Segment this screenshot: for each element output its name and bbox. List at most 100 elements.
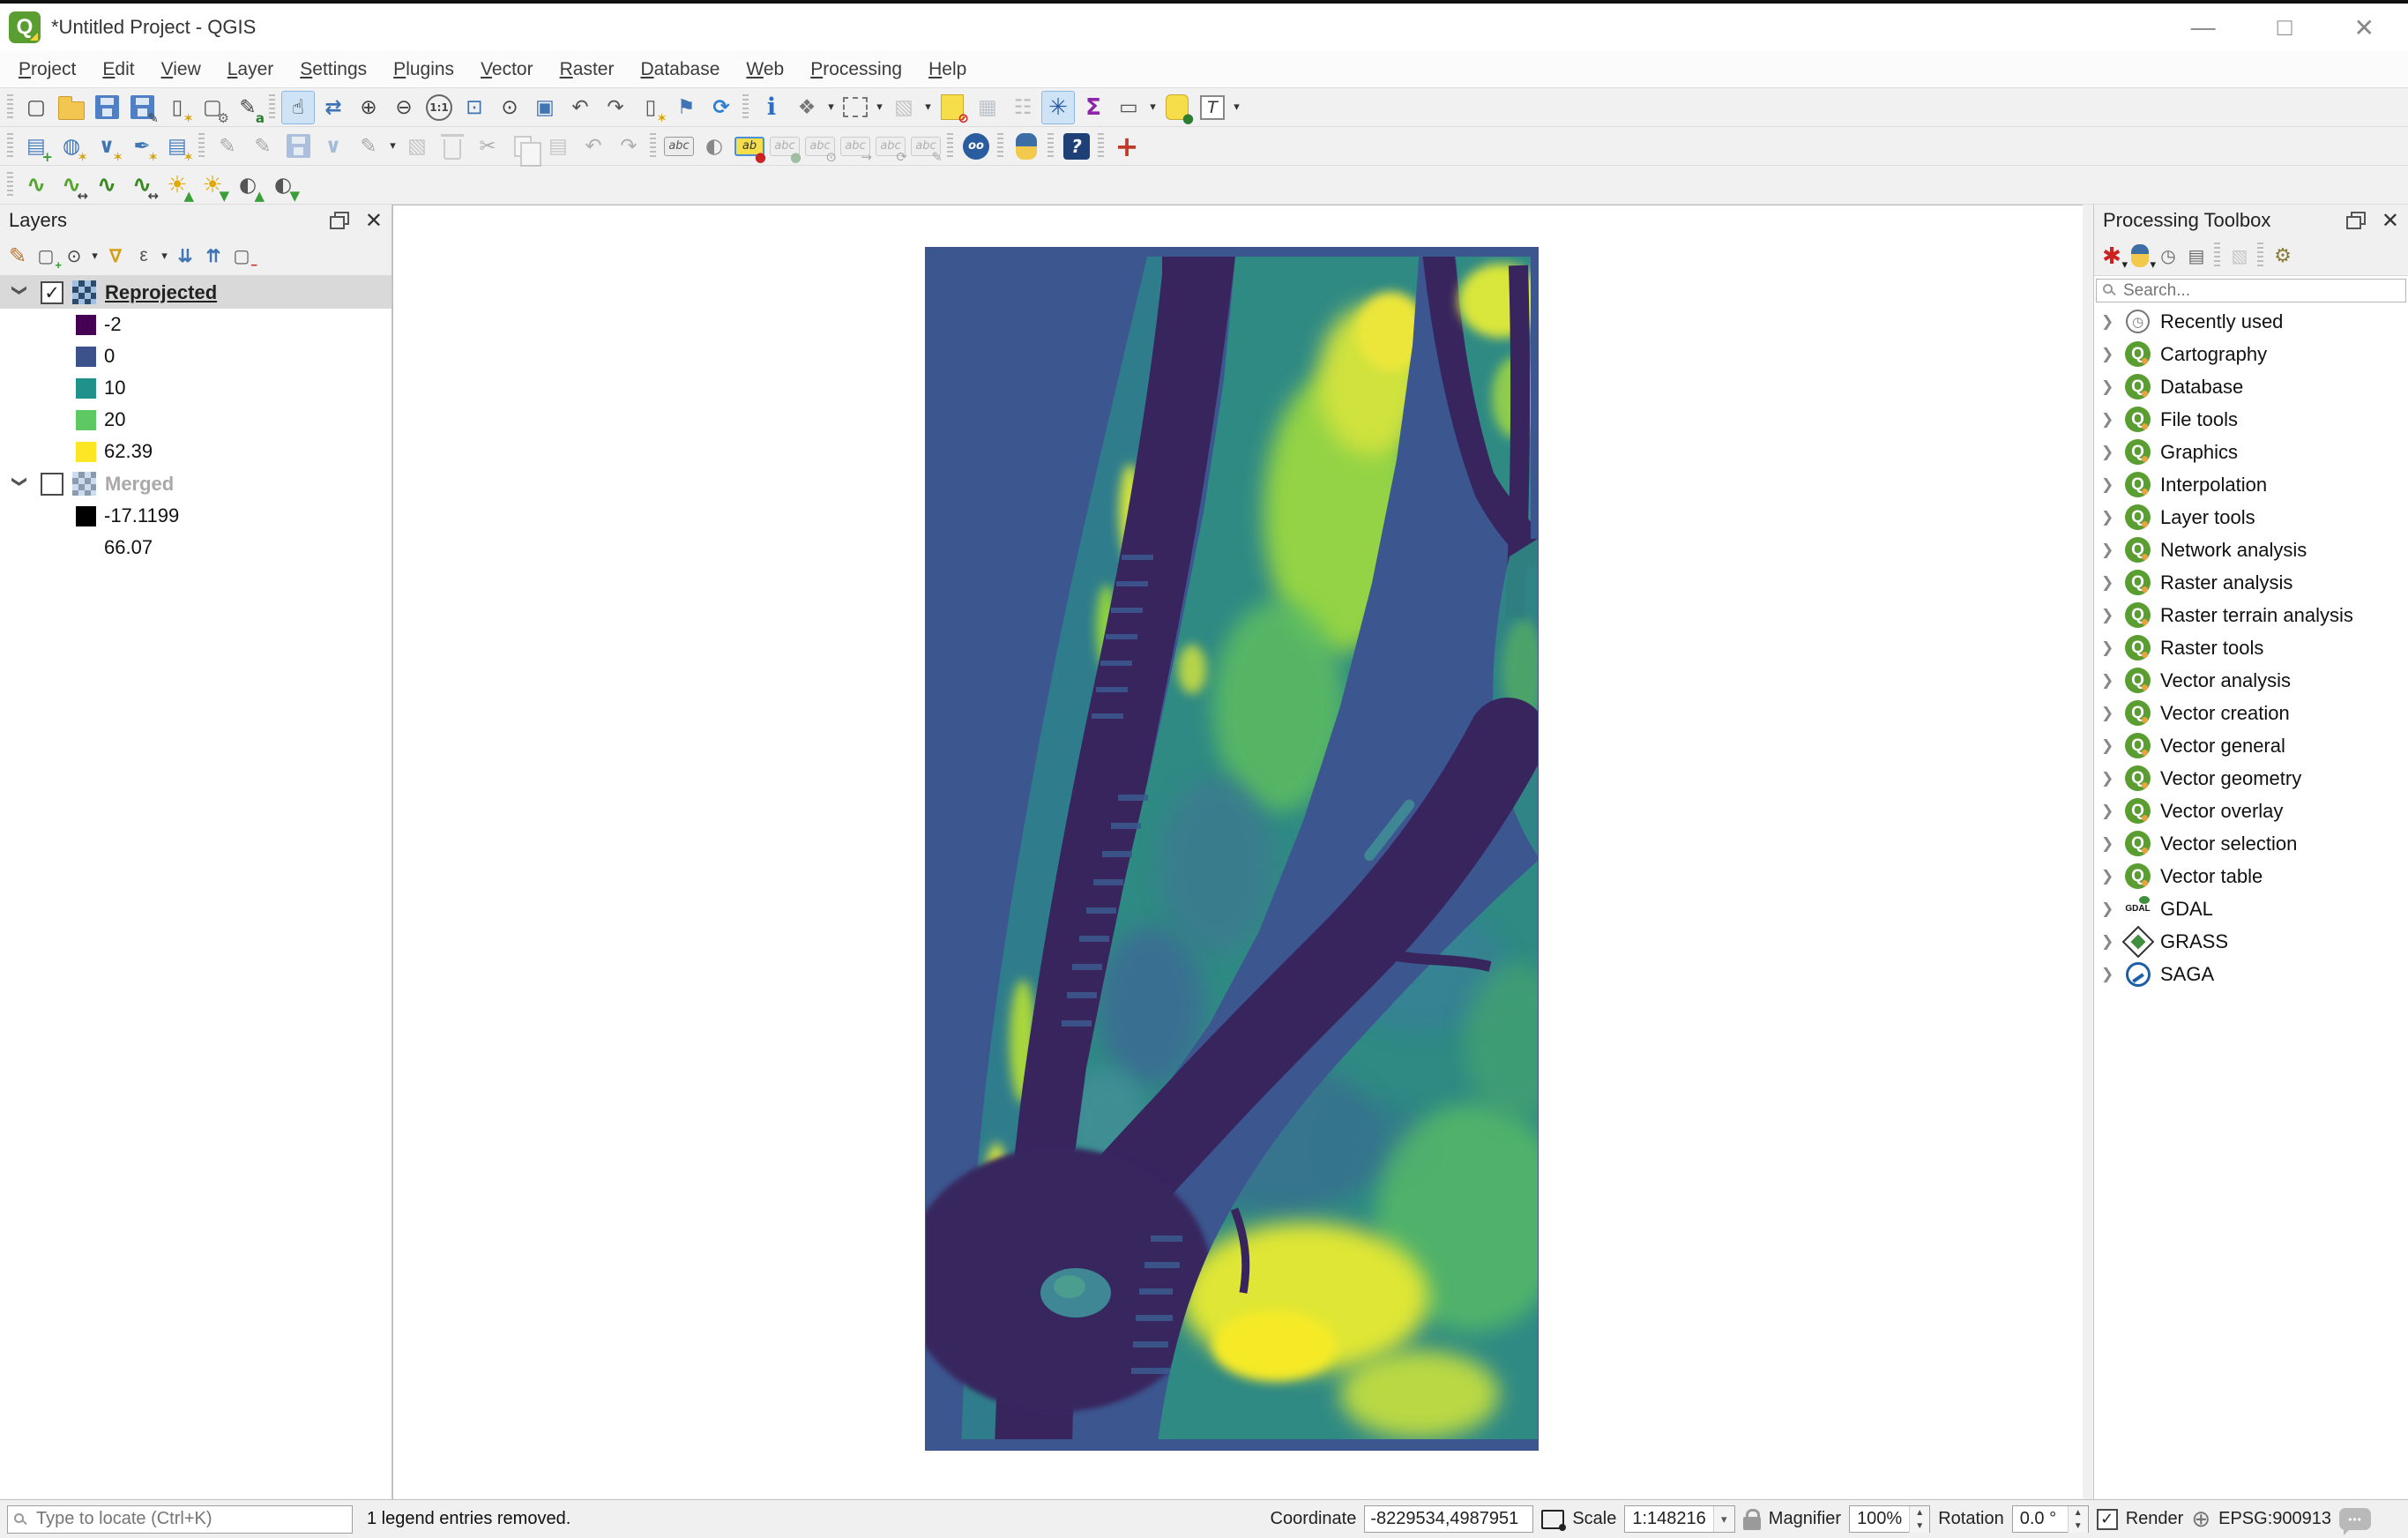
dropdown-arrow-icon[interactable] (921, 101, 935, 114)
close-panel-icon[interactable] (2382, 208, 2399, 233)
filter-legend-icon[interactable] (101, 242, 130, 270)
results-viewer-icon[interactable] (2182, 242, 2210, 270)
collapse-all-icon[interactable] (199, 242, 227, 270)
local-cumulative-cut-stretch-icon[interactable] (90, 168, 123, 202)
close-icon[interactable]: ✕ (2354, 13, 2374, 42)
new-print-layout-icon[interactable] (160, 91, 194, 125)
pan-map-icon[interactable] (281, 90, 315, 124)
paste-features-icon[interactable] (541, 130, 575, 163)
toolbar-grip[interactable] (947, 132, 953, 160)
toolbox-group-network-analysis[interactable]: Network analysis (2094, 534, 2408, 566)
dropdown-arrow-icon[interactable] (873, 101, 886, 114)
toolbox-group-gdal[interactable]: GDAL (2094, 892, 2408, 925)
models-icon[interactable] (2098, 242, 2128, 272)
layer-diagram-icon[interactable] (697, 130, 731, 163)
open-layer-styling-icon[interactable] (4, 242, 32, 270)
options-icon[interactable]: ⚙ (2269, 242, 2297, 270)
layer-name[interactable]: Reprojected (105, 281, 217, 304)
chevron-right-icon[interactable] (2101, 835, 2119, 853)
layer-item-merged[interactable]: Merged (0, 467, 391, 500)
chevron-right-icon[interactable] (2101, 672, 2119, 690)
menu-database[interactable]: Database (627, 54, 733, 86)
toolbox-group-vector-general[interactable]: Vector general (2094, 729, 2408, 762)
rotate-label-icon[interactable] (874, 130, 907, 164)
menu-view[interactable]: View (148, 54, 214, 86)
magnifier-spinbox[interactable]: 100% ▲ ▼ (1849, 1505, 1931, 1533)
processing-toolbox-icon[interactable] (1041, 90, 1075, 124)
dropdown-arrow-icon[interactable] (1230, 101, 1243, 114)
zoom-full-icon[interactable] (458, 91, 491, 124)
layer-item-reprojected[interactable]: Reprojected (0, 276, 391, 309)
toolbar-grip[interactable] (7, 93, 13, 121)
menu-web[interactable]: Web (733, 54, 797, 86)
toolbox-group-file-tools[interactable]: File tools (2094, 403, 2408, 436)
chevron-right-icon[interactable] (2101, 444, 2119, 461)
layer-labeling-icon[interactable] (662, 130, 696, 163)
history-icon[interactable] (2154, 242, 2182, 270)
spin-down-icon[interactable]: ▼ (2068, 1519, 2088, 1533)
delete-selected-icon[interactable] (436, 130, 469, 163)
chevron-down-icon[interactable] (11, 284, 28, 302)
pin-labels-icon[interactable] (733, 130, 766, 164)
menu-plugins[interactable]: Plugins (380, 54, 467, 86)
toolbar-grip[interactable] (7, 132, 13, 160)
chevron-right-icon[interactable] (2101, 378, 2119, 396)
toolbar-grip[interactable] (650, 132, 656, 160)
menu-vector[interactable]: Vector (467, 54, 547, 86)
modify-attributes-icon[interactable] (400, 130, 434, 163)
chevron-right-icon[interactable] (2101, 737, 2119, 755)
chevron-right-icon[interactable] (2101, 607, 2119, 624)
crs-globe-icon[interactable] (2191, 1506, 2210, 1533)
new-bookmark-icon[interactable] (634, 91, 667, 125)
chevron-right-icon[interactable] (2101, 313, 2119, 331)
chevron-right-icon[interactable] (2101, 574, 2119, 592)
remove-layer-icon[interactable] (227, 242, 257, 272)
identify-features-icon[interactable] (755, 91, 788, 124)
chevron-down-icon[interactable] (11, 475, 28, 493)
menu-help[interactable]: Help (915, 54, 980, 86)
text-annotation-icon[interactable] (1196, 91, 1229, 124)
show-layout-manager-icon[interactable] (196, 91, 229, 125)
clear-selection-icon[interactable] (936, 91, 969, 125)
menu-processing[interactable]: Processing (797, 54, 915, 86)
map-tips-icon[interactable] (1160, 91, 1194, 125)
toolbox-group-vector-selection[interactable]: Vector selection (2094, 827, 2408, 860)
redo-icon[interactable] (612, 130, 645, 163)
locate-box[interactable] (7, 1504, 353, 1534)
new-geopackage-layer-icon[interactable] (55, 130, 88, 164)
toolbar-grip[interactable] (1047, 132, 1054, 160)
chevron-right-icon[interactable] (2101, 933, 2119, 951)
toolbar-grip[interactable] (1098, 132, 1104, 160)
toolbox-group-raster-tools[interactable]: Raster tools (2094, 631, 2408, 664)
deselect-features-icon[interactable] (887, 91, 921, 124)
render-checkbox[interactable] (2096, 1508, 2118, 1530)
menu-raster[interactable]: Raster (547, 54, 628, 86)
menu-layer[interactable]: Layer (214, 54, 287, 86)
pan-to-selection-icon[interactable] (317, 91, 350, 124)
spin-down-icon[interactable]: ▼ (1910, 1519, 1930, 1533)
search-input[interactable] (2096, 279, 2406, 302)
select-features-icon[interactable] (839, 91, 872, 124)
toolbox-search[interactable] (2096, 279, 2406, 302)
copy-features-icon[interactable] (506, 130, 541, 167)
chevron-right-icon[interactable] (2101, 541, 2119, 559)
open-attribute-table-icon[interactable] (971, 91, 1004, 124)
cut-features-icon[interactable] (471, 130, 504, 163)
layer-visibility-checkbox[interactable] (41, 280, 63, 304)
edit-features-in-place-icon[interactable] (2225, 242, 2254, 270)
lock-icon[interactable] (1742, 1508, 1761, 1530)
run-feature-action-icon[interactable] (790, 91, 824, 124)
dropdown-arrow-icon[interactable] (88, 250, 101, 263)
add-group-icon[interactable] (32, 242, 62, 272)
zoom-next-icon[interactable] (599, 91, 632, 124)
new-shapefile-layer-icon[interactable] (90, 130, 123, 164)
toolbox-group-vector-analysis[interactable]: Vector analysis (2094, 664, 2408, 697)
advanced-digitizing-icon[interactable] (352, 130, 385, 163)
chevron-right-icon[interactable] (2101, 476, 2119, 494)
spin-up-icon[interactable]: ▲ (1910, 1505, 1930, 1519)
undo-icon[interactable] (577, 130, 610, 163)
decrease-brightness-icon[interactable] (196, 168, 229, 203)
dropdown-arrow-icon[interactable] (386, 139, 399, 153)
chevron-right-icon[interactable] (2101, 803, 2119, 820)
layer-visibility-checkbox[interactable] (41, 472, 63, 496)
